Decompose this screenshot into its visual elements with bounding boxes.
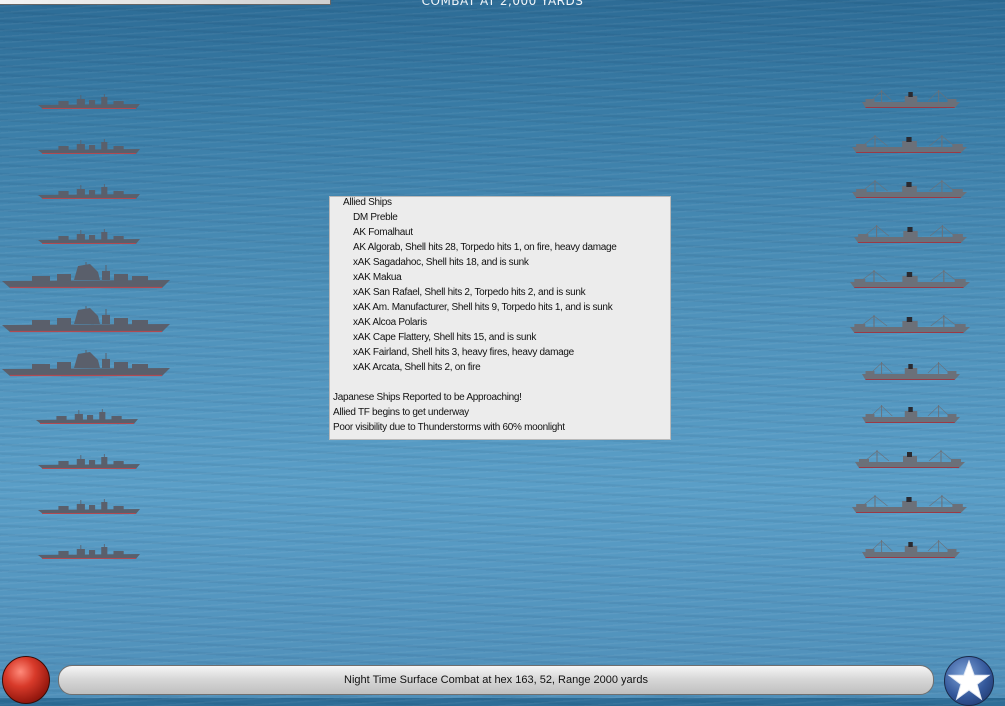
allied-cargo-ship-icon[interactable] bbox=[852, 493, 967, 515]
japanese-cruiser-icon[interactable] bbox=[2, 262, 170, 290]
japanese-destroyer-icon[interactable] bbox=[38, 499, 140, 515]
allied-cargo-ship-icon[interactable] bbox=[862, 403, 960, 425]
report-header: Allied Ships bbox=[343, 197, 392, 208]
report-ship-line: DM Preble bbox=[353, 212, 398, 223]
japanese-destroyer-icon[interactable] bbox=[38, 454, 140, 470]
report-ship-line: xAK Sagadahoc, Shell hits 18, and is sun… bbox=[353, 257, 529, 268]
japanese-destroyer-icon[interactable] bbox=[38, 229, 140, 245]
allied-cargo-ship-icon[interactable] bbox=[854, 223, 967, 245]
allied-cargo-ship-icon[interactable] bbox=[852, 178, 967, 200]
japanese-destroyer-icon[interactable] bbox=[38, 139, 140, 155]
allied-cargo-ship-icon[interactable] bbox=[862, 360, 960, 382]
japanese-destroyer-icon[interactable] bbox=[38, 184, 140, 200]
report-ship-line: xAK Cape Flattery, Shell hits 15, and is… bbox=[353, 332, 537, 343]
japanese-cruiser-icon[interactable] bbox=[2, 306, 170, 334]
report-event-line: Japanese Ships Reported to be Approachin… bbox=[333, 392, 522, 403]
report-event-line: Poor visibility due to Thunderstorms wit… bbox=[333, 422, 565, 433]
report-ship-line: xAK Arcata, Shell hits 2, on fire bbox=[353, 362, 481, 373]
allied-cargo-ship-icon[interactable] bbox=[852, 133, 967, 155]
japanese-destroyer-icon[interactable] bbox=[38, 544, 140, 560]
report-event-line: Allied TF begins to get underway bbox=[333, 407, 469, 418]
report-ship-line: xAK Makua bbox=[353, 272, 402, 283]
report-ship-line: xAK Fairland, Shell hits 3, heavy fires,… bbox=[353, 347, 574, 358]
allied-cargo-ship-icon[interactable] bbox=[850, 268, 970, 290]
allied-cargo-ship-icon[interactable] bbox=[850, 313, 970, 335]
report-ship-line: xAK Alcoa Polaris bbox=[353, 317, 427, 328]
report-ship-line: xAK San Rafael, Shell hits 2, Torpedo hi… bbox=[353, 287, 586, 298]
combat-report-panel: Allied Ships DM Preble AK Fomalhaut AK A… bbox=[329, 196, 671, 440]
status-text: Night Time Surface Combat at hex 163, 52… bbox=[344, 674, 648, 686]
combat-title: COMBAT AT 2,000 YARDS bbox=[421, 0, 584, 8]
report-ship-line: AK Algorab, Shell hits 28, Torpedo hits … bbox=[353, 242, 617, 253]
japanese-destroyer-icon[interactable] bbox=[38, 94, 140, 110]
allied-cargo-ship-icon[interactable] bbox=[862, 88, 960, 110]
allied-cargo-ship-icon[interactable] bbox=[855, 448, 965, 470]
report-ship-line: xAK Am. Manufacturer, Shell hits 9, Torp… bbox=[353, 302, 613, 313]
allied-star-icon[interactable] bbox=[944, 656, 994, 706]
japanese-destroyer-icon[interactable] bbox=[36, 409, 138, 425]
report-ship-line: AK Fomalhaut bbox=[353, 227, 413, 238]
allied-cargo-ship-icon[interactable] bbox=[862, 538, 960, 560]
status-bar: Night Time Surface Combat at hex 163, 52… bbox=[58, 665, 934, 695]
japanese-cruiser-icon[interactable] bbox=[2, 350, 170, 378]
stop-button[interactable] bbox=[2, 656, 50, 704]
